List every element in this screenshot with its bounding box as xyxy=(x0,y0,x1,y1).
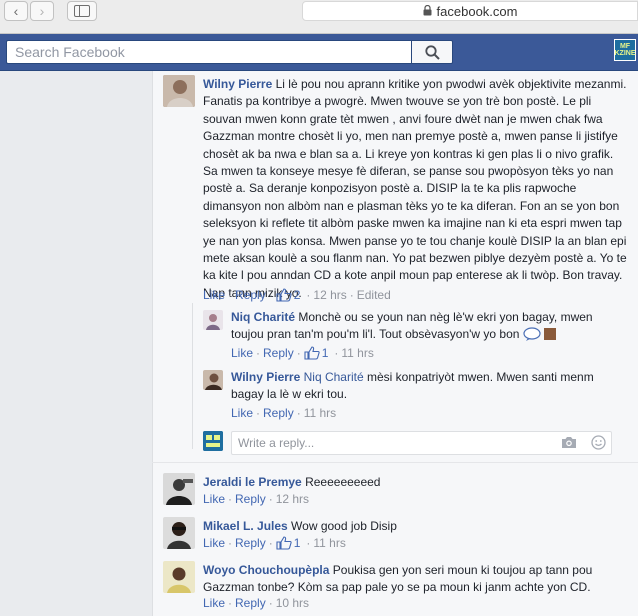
like-count[interactable]: 2 xyxy=(294,288,301,302)
reply-author[interactable]: Niq Charité xyxy=(231,310,295,324)
reply-body: Wilny Pierre Niq Charité mèsi konpatriyò… xyxy=(231,369,601,404)
avatar[interactable] xyxy=(203,370,223,390)
address-bar[interactable]: facebook.com xyxy=(302,1,638,21)
edited-label[interactable]: Edited xyxy=(357,288,391,302)
reply-link[interactable]: Reply xyxy=(263,406,294,420)
url-text: facebook.com xyxy=(436,3,518,19)
sidebar-icon xyxy=(74,5,90,17)
avatar[interactable] xyxy=(163,561,195,593)
like-link[interactable]: Like xyxy=(231,406,253,420)
comment-author[interactable]: Wilny Pierre xyxy=(203,77,272,91)
comment-body: Woyo Chouchoupèpla Poukisa gen yon seri … xyxy=(203,562,613,597)
comment-author[interactable]: Mikael L. Jules xyxy=(203,519,288,533)
divider xyxy=(152,462,638,463)
comment-text: Li lè pou nou aprann kritike yon pwodwi … xyxy=(203,77,627,300)
avatar[interactable] xyxy=(203,310,223,330)
reply-thread-line xyxy=(192,303,193,449)
reply-author[interactable]: Wilny Pierre xyxy=(231,370,300,384)
comment-body: Wilny Pierre Li lè pou nou aprann kritik… xyxy=(203,76,628,302)
comment-text: Reeeeeeeeed xyxy=(305,475,381,489)
like-link[interactable]: Like xyxy=(203,536,225,550)
thumbs-up-icon[interactable] xyxy=(276,288,292,302)
reply-link[interactable]: Reply xyxy=(235,492,266,506)
like-count[interactable]: 1 xyxy=(322,346,329,360)
like-link[interactable]: Like xyxy=(203,596,225,610)
comment-actions: Like · Reply · 12 hrs xyxy=(203,492,310,506)
forward-button[interactable]: › xyxy=(30,1,54,21)
comment-body: Jeraldi le Premye Reeeeeeeeed xyxy=(203,474,628,491)
camera-icon[interactable] xyxy=(561,436,577,452)
facebook-header: MF KZINE xyxy=(0,34,638,71)
avatar[interactable] xyxy=(163,517,195,549)
like-link[interactable]: Like xyxy=(203,288,225,302)
timestamp[interactable]: 10 hrs xyxy=(276,596,309,610)
comment-text: Wow good job Disip xyxy=(291,519,397,533)
search-input[interactable] xyxy=(6,40,411,64)
timestamp[interactable]: 12 hrs xyxy=(276,492,309,506)
left-gutter xyxy=(0,71,152,616)
brown-square-emoji-icon xyxy=(544,328,557,341)
reply-body: Niq Charité Monchè ou se youn nan nèg lè… xyxy=(231,309,601,347)
comment-actions: Like · Reply · 10 hrs xyxy=(203,596,310,610)
avatar[interactable] xyxy=(163,473,195,505)
back-button[interactable]: ‹ xyxy=(4,1,28,21)
reply-actions: Like · Reply · 11 hrs xyxy=(231,406,337,420)
emoji-smile-icon[interactable] xyxy=(591,435,606,453)
lock-icon xyxy=(423,4,432,19)
timestamp[interactable]: 12 hrs xyxy=(313,288,346,302)
chevron-right-icon: › xyxy=(39,3,45,19)
thumbs-up-icon[interactable] xyxy=(304,346,320,360)
reply-link[interactable]: Reply xyxy=(235,288,266,302)
chevron-left-icon: ‹ xyxy=(13,3,19,19)
avatar xyxy=(203,431,223,451)
page-logo[interactable]: MF KZINE xyxy=(614,39,636,61)
mention-link[interactable]: Niq Charité xyxy=(304,370,364,384)
reply-link[interactable]: Reply xyxy=(263,346,294,360)
search-icon xyxy=(424,44,440,60)
avatar[interactable] xyxy=(163,75,195,107)
reply-input[interactable] xyxy=(231,431,612,455)
reply-actions: Like · Reply · 1 · 11 hrs xyxy=(231,346,374,360)
sidebar-toggle-button[interactable] xyxy=(67,1,97,21)
timestamp[interactable]: 11 hrs xyxy=(304,406,336,420)
search-button[interactable] xyxy=(411,40,453,64)
comment-body: Mikael L. Jules Wow good job Disip xyxy=(203,518,628,535)
comment-actions: Like · Reply · 2 · 12 hrs · Edited xyxy=(203,288,391,302)
speech-bubble-emoji-icon xyxy=(523,327,541,346)
reply-link[interactable]: Reply xyxy=(235,536,266,550)
comment-actions: Like · Reply · 1 · 11 hrs xyxy=(203,536,346,550)
browser-toolbar: ‹ › facebook.com xyxy=(0,0,638,34)
timestamp[interactable]: 11 hrs xyxy=(313,536,345,550)
comment-author[interactable]: Woyo Chouchoupèpla xyxy=(203,563,329,577)
comment-author[interactable]: Jeraldi le Premye xyxy=(203,475,302,489)
thumbs-up-icon[interactable] xyxy=(276,536,292,550)
like-link[interactable]: Like xyxy=(231,346,253,360)
reply-link[interactable]: Reply xyxy=(235,596,266,610)
like-link[interactable]: Like xyxy=(203,492,225,506)
timestamp[interactable]: 11 hrs xyxy=(341,346,373,360)
like-count[interactable]: 1 xyxy=(294,536,301,550)
page-logo-icon xyxy=(203,431,223,451)
